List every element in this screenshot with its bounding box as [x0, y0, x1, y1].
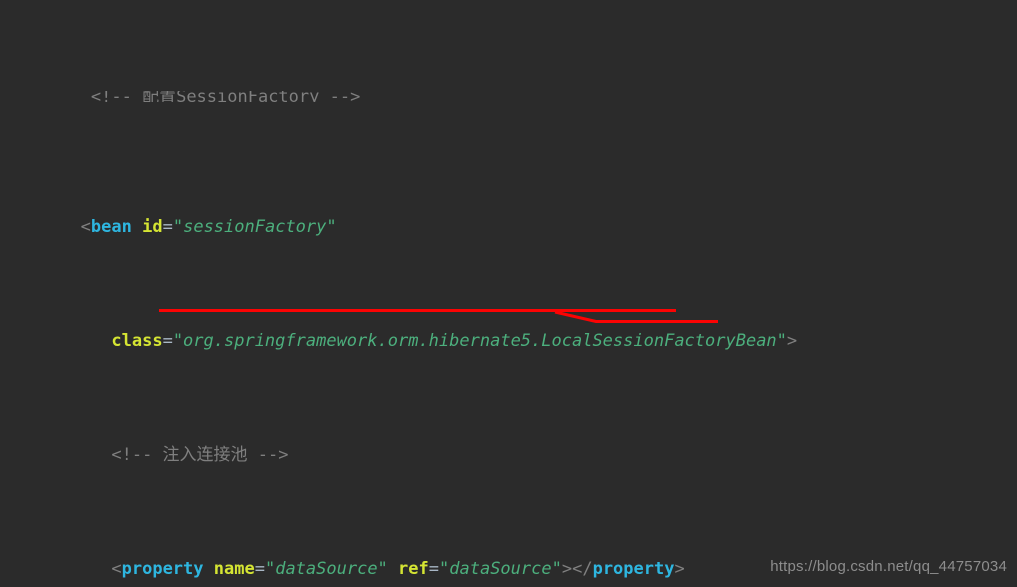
code-line-4[interactable]: <!-- 注入连接池 -->	[0, 421, 1017, 465]
code-line-3[interactable]: class="org.springframework.orm.hibernate…	[0, 307, 1017, 351]
attr-class: class	[111, 331, 163, 352]
attr-name: name	[213, 559, 255, 580]
equals-sign: =	[162, 331, 173, 352]
code-editor[interactable]: <!-- 配置SessionFactory --> <bean id="sess…	[0, 0, 1017, 587]
value-localsessionfactorybean: "org.springframework.orm.hibernate5.Loca…	[172, 331, 787, 352]
code-line-2[interactable]: <bean id="sessionFactory"	[0, 193, 1017, 237]
csdn-watermark: https://blog.csdn.net/qq_44757034	[770, 558, 1007, 576]
angle-bracket-icon: >	[561, 559, 573, 580]
angle-bracket-icon: <	[80, 217, 91, 238]
close-tag-property: property	[592, 559, 675, 580]
equals-sign: =	[254, 559, 265, 580]
value-sessionfactory: "sessionFactory"	[172, 217, 337, 238]
close-tag-bracket-icon: </	[572, 559, 593, 580]
attr-ref: ref	[398, 559, 429, 580]
comment-config-sessionfactory: <!-- 配置SessionFactory -->	[90, 91, 361, 103]
angle-bracket-icon: <	[111, 559, 122, 580]
angle-bracket-icon: >	[786, 331, 798, 352]
code-line-1[interactable]: <!-- 配置SessionFactory -->	[0, 91, 1017, 102]
tag-property: property	[121, 559, 204, 580]
code-line-5[interactable]: <property name="dataSource" ref="dataSou…	[0, 535, 1017, 579]
attr-id: id	[142, 217, 163, 238]
value-datasource-ref: "dataSource"	[439, 559, 562, 580]
comment-inject-datasource: <!-- 注入连接池 -->	[111, 445, 289, 466]
value-datasource: "dataSource"	[264, 559, 388, 580]
code-content[interactable]: <!-- 配置SessionFactory --> <bean id="sess…	[0, 0, 1017, 587]
angle-bracket-icon: >	[674, 559, 685, 580]
equals-sign: =	[428, 559, 440, 580]
equals-sign: =	[162, 217, 173, 238]
tag-bean: bean	[90, 217, 132, 238]
